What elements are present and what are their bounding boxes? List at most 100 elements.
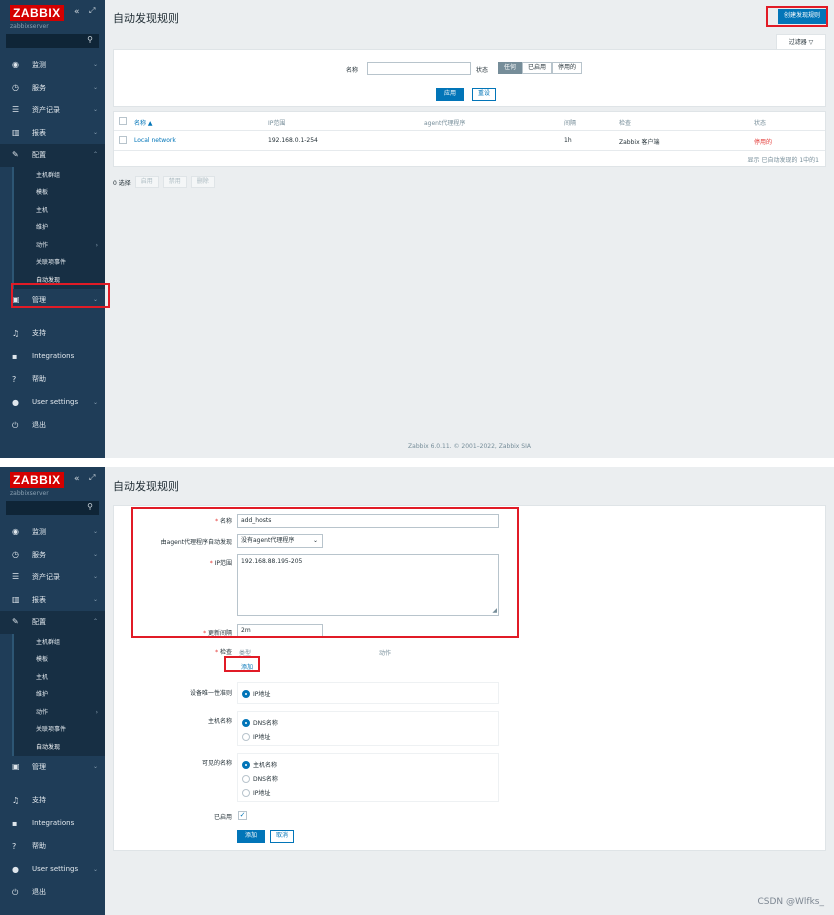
nav-monitoring[interactable]: ◉ 监测 ⌄	[0, 521, 105, 544]
visible-hostname-radio[interactable]: 主机名称	[242, 760, 277, 769]
chart-icon: ▥	[12, 594, 20, 604]
sub-hosts[interactable]: 主机	[12, 201, 105, 219]
logo-row: ZABBIX « ⤢	[0, 0, 105, 21]
selected-count: 0 选择	[113, 179, 131, 187]
sub-event-correlation[interactable]: 关联项事件	[12, 721, 105, 739]
sub-maintenance[interactable]: 维护	[12, 219, 105, 237]
nav-label: 支持	[32, 328, 46, 337]
nav-signout[interactable]: ⏻ 退出	[0, 881, 105, 904]
chevron-up-icon: ⌃	[92, 151, 98, 158]
nav-configuration[interactable]: ✎ 配置 ⌃	[0, 144, 105, 167]
nav-integrations[interactable]: ▪ Integrations	[0, 812, 105, 835]
nav-administration[interactable]: ▣ 管理 ⌄	[0, 289, 105, 312]
mass-enable-button[interactable]: 启用	[134, 176, 159, 188]
proxy-select-value: 没有agent代理程序	[241, 537, 295, 544]
visible-ip-radio[interactable]: IP地址	[242, 788, 270, 797]
row-status-toggle[interactable]: 停用的	[754, 137, 772, 146]
page-title: 自动发现规则	[113, 12, 179, 25]
chevron-down-icon: ⌄	[92, 550, 98, 558]
chevron-down-icon: ⌄	[92, 128, 98, 136]
status-any[interactable]: 任何	[498, 62, 523, 74]
name-input[interactable]: add_hosts	[237, 514, 499, 528]
status-disabled[interactable]: 停用的	[552, 62, 583, 74]
sub-discovery[interactable]: 自动发现	[12, 738, 105, 756]
nav-inventory[interactable]: ☰ 资产记录 ⌄	[0, 99, 105, 122]
ip-range-textarea[interactable]: 192.168.88.195-205 ◢	[237, 554, 499, 616]
eye-icon: ◉	[12, 60, 19, 69]
sidebar-search-input[interactable]: ⚲	[6, 501, 99, 515]
filter-reset-button[interactable]: 重设	[472, 88, 497, 101]
radio-label: IP地址	[253, 734, 271, 741]
sub-hosts[interactable]: 主机	[12, 668, 105, 686]
row-name-link[interactable]: Local network	[134, 137, 176, 144]
filter-tab[interactable]: 过滤器 ▽	[776, 34, 826, 49]
th-name[interactable]: 名称 ▲	[134, 118, 153, 127]
form-add-button[interactable]: 添加	[237, 830, 266, 843]
sub-maintenance[interactable]: 维护	[12, 686, 105, 704]
nav-configuration[interactable]: ✎ 配置 ⌃	[0, 611, 105, 634]
interval-input[interactable]: 2m	[237, 624, 323, 638]
mass-disable-button[interactable]: 禁用	[162, 176, 187, 188]
nav-label: 报表	[32, 595, 46, 604]
nav-monitoring[interactable]: ◉ 监测 ⌄	[0, 54, 105, 77]
sub-templates[interactable]: 模板	[12, 651, 105, 669]
sub-host-groups[interactable]: 主机群组	[12, 633, 105, 651]
server-name: zabbixserver	[10, 23, 49, 30]
filter-apply-button[interactable]: 应用	[436, 88, 465, 101]
sub-templates[interactable]: 模板	[12, 184, 105, 202]
search-icon[interactable]: ⚲	[87, 35, 93, 44]
nav-services[interactable]: ◷ 服务 ⌄	[0, 544, 105, 567]
nav-user-settings[interactable]: ● User settings ⌄	[0, 391, 105, 414]
collapse-sidebar-icon[interactable]: «	[74, 474, 80, 484]
visible-dns-radio[interactable]: DNS名称	[242, 774, 278, 783]
create-discovery-rule-button[interactable]: 创建发现规则	[777, 9, 826, 24]
nav-services[interactable]: ◷ 服务 ⌄	[0, 77, 105, 100]
ip-range-label-text: IP范围	[214, 560, 232, 567]
sub-event-correlation[interactable]: 关联项事件	[12, 254, 105, 272]
hostname-ip-radio[interactable]: IP地址	[242, 732, 270, 741]
radio-dot	[242, 718, 250, 727]
kiosk-mode-icon[interactable]: ⤢	[89, 473, 95, 483]
sidebar: ZABBIX « ⤢ zabbixserver ⚲ ◉ 监测 ⌄ ◷ 服务 ⌄ ☰ 资产记…	[0, 467, 105, 915]
sub-actions[interactable]: 动作 ›	[12, 236, 105, 254]
hostname-dns-radio[interactable]: DNS名称	[242, 718, 278, 727]
proxy-select[interactable]: 没有agent代理程序 ⌄	[237, 534, 323, 548]
enabled-checkbox[interactable]: ✓	[238, 811, 247, 820]
row-checks: Zabbix 客户端	[619, 139, 660, 146]
nav-help[interactable]: ? 帮助	[0, 368, 105, 391]
radio-dot	[242, 788, 250, 797]
mass-delete-button[interactable]: 删除	[190, 176, 215, 188]
nav-reports[interactable]: ▥ 报表 ⌄	[0, 589, 105, 612]
nav-label: Integrations	[32, 351, 75, 360]
nav-user-settings[interactable]: ● User settings ⌄	[0, 858, 105, 881]
nav-inventory[interactable]: ☰ 资产记录 ⌄	[0, 566, 105, 589]
status-enabled[interactable]: 已启用	[522, 62, 553, 74]
sub-host-groups[interactable]: 主机群组	[12, 166, 105, 184]
nav-reports[interactable]: ▥ 报表 ⌄	[0, 122, 105, 145]
wrench-icon: ✎	[12, 150, 19, 159]
add-check-link[interactable]: 添加	[241, 662, 253, 671]
nav-administration[interactable]: ▣ 管理 ⌄	[0, 756, 105, 779]
nav-integrations[interactable]: ▪ Integrations	[0, 345, 105, 368]
enabled-label: 已启用	[213, 814, 232, 821]
nav-support[interactable]: ♫ 支持	[0, 322, 105, 345]
search-icon[interactable]: ⚲	[87, 502, 93, 511]
nav-help[interactable]: ? 帮助	[0, 835, 105, 858]
chevron-down-icon: ⌄	[92, 398, 98, 406]
uniq-ip-radio[interactable]: IP地址	[242, 689, 270, 698]
sub-discovery[interactable]: 自动发现	[12, 271, 105, 289]
sub-actions[interactable]: 动作 ›	[12, 703, 105, 721]
resize-grip-icon[interactable]: ◢	[492, 607, 497, 614]
collapse-sidebar-icon[interactable]: «	[74, 7, 80, 17]
form-cancel-button[interactable]: 取消	[270, 830, 295, 843]
sidebar-search-input[interactable]: ⚲	[6, 34, 99, 48]
row-checkbox[interactable]	[119, 136, 127, 144]
nav-label: 监测	[32, 528, 46, 536]
kiosk-mode-icon[interactable]: ⤢	[89, 6, 95, 16]
nav-support[interactable]: ♫ 支持	[0, 789, 105, 812]
select-all-checkbox[interactable]	[119, 117, 127, 125]
nav-signout[interactable]: ⏻ 退出	[0, 414, 105, 437]
filter-name-input[interactable]	[367, 62, 471, 75]
zabbix-logo[interactable]: ZABBIX	[10, 472, 64, 488]
zabbix-logo[interactable]: ZABBIX	[10, 5, 64, 21]
